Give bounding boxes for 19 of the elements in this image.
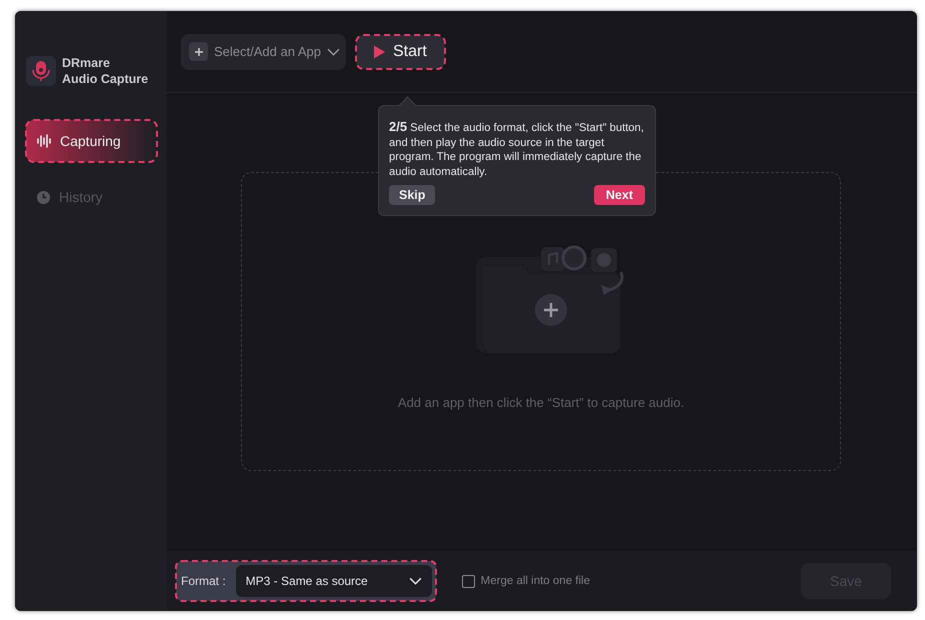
start-button[interactable]: Start	[356, 34, 445, 68]
merge-checkbox[interactable]: Merge all into one file	[462, 574, 590, 588]
skip-button[interactable]: Skip	[389, 185, 436, 205]
microphone-logo-icon	[26, 56, 56, 86]
app-select-dropdown[interactable]: Select/Add an App	[181, 34, 346, 70]
app-name: DRmare Audio Capture	[62, 55, 148, 87]
tooltip-text: 2/5 Select the audio format, click the "Start" button, and then play the audio source in the target program. The program will immediately capture the audio automatically.	[389, 120, 645, 179]
plus-icon	[189, 42, 208, 61]
nav-item[interactable]: Capturing	[26, 120, 157, 162]
checkbox[interactable]	[462, 574, 475, 588]
play-icon	[374, 44, 385, 58]
empty-hint: Add an app then click the “Start” to capture audio.	[398, 395, 684, 410]
chevron-down-icon	[408, 577, 422, 585]
clock-icon	[36, 190, 51, 204]
waveform-icon	[36, 134, 52, 148]
format-dropdown[interactable]: MP3 - Same as source	[236, 565, 432, 597]
next-button[interactable]: Next	[594, 185, 645, 205]
chevron-down-icon	[326, 48, 340, 56]
format-label: Format :	[181, 574, 226, 588]
